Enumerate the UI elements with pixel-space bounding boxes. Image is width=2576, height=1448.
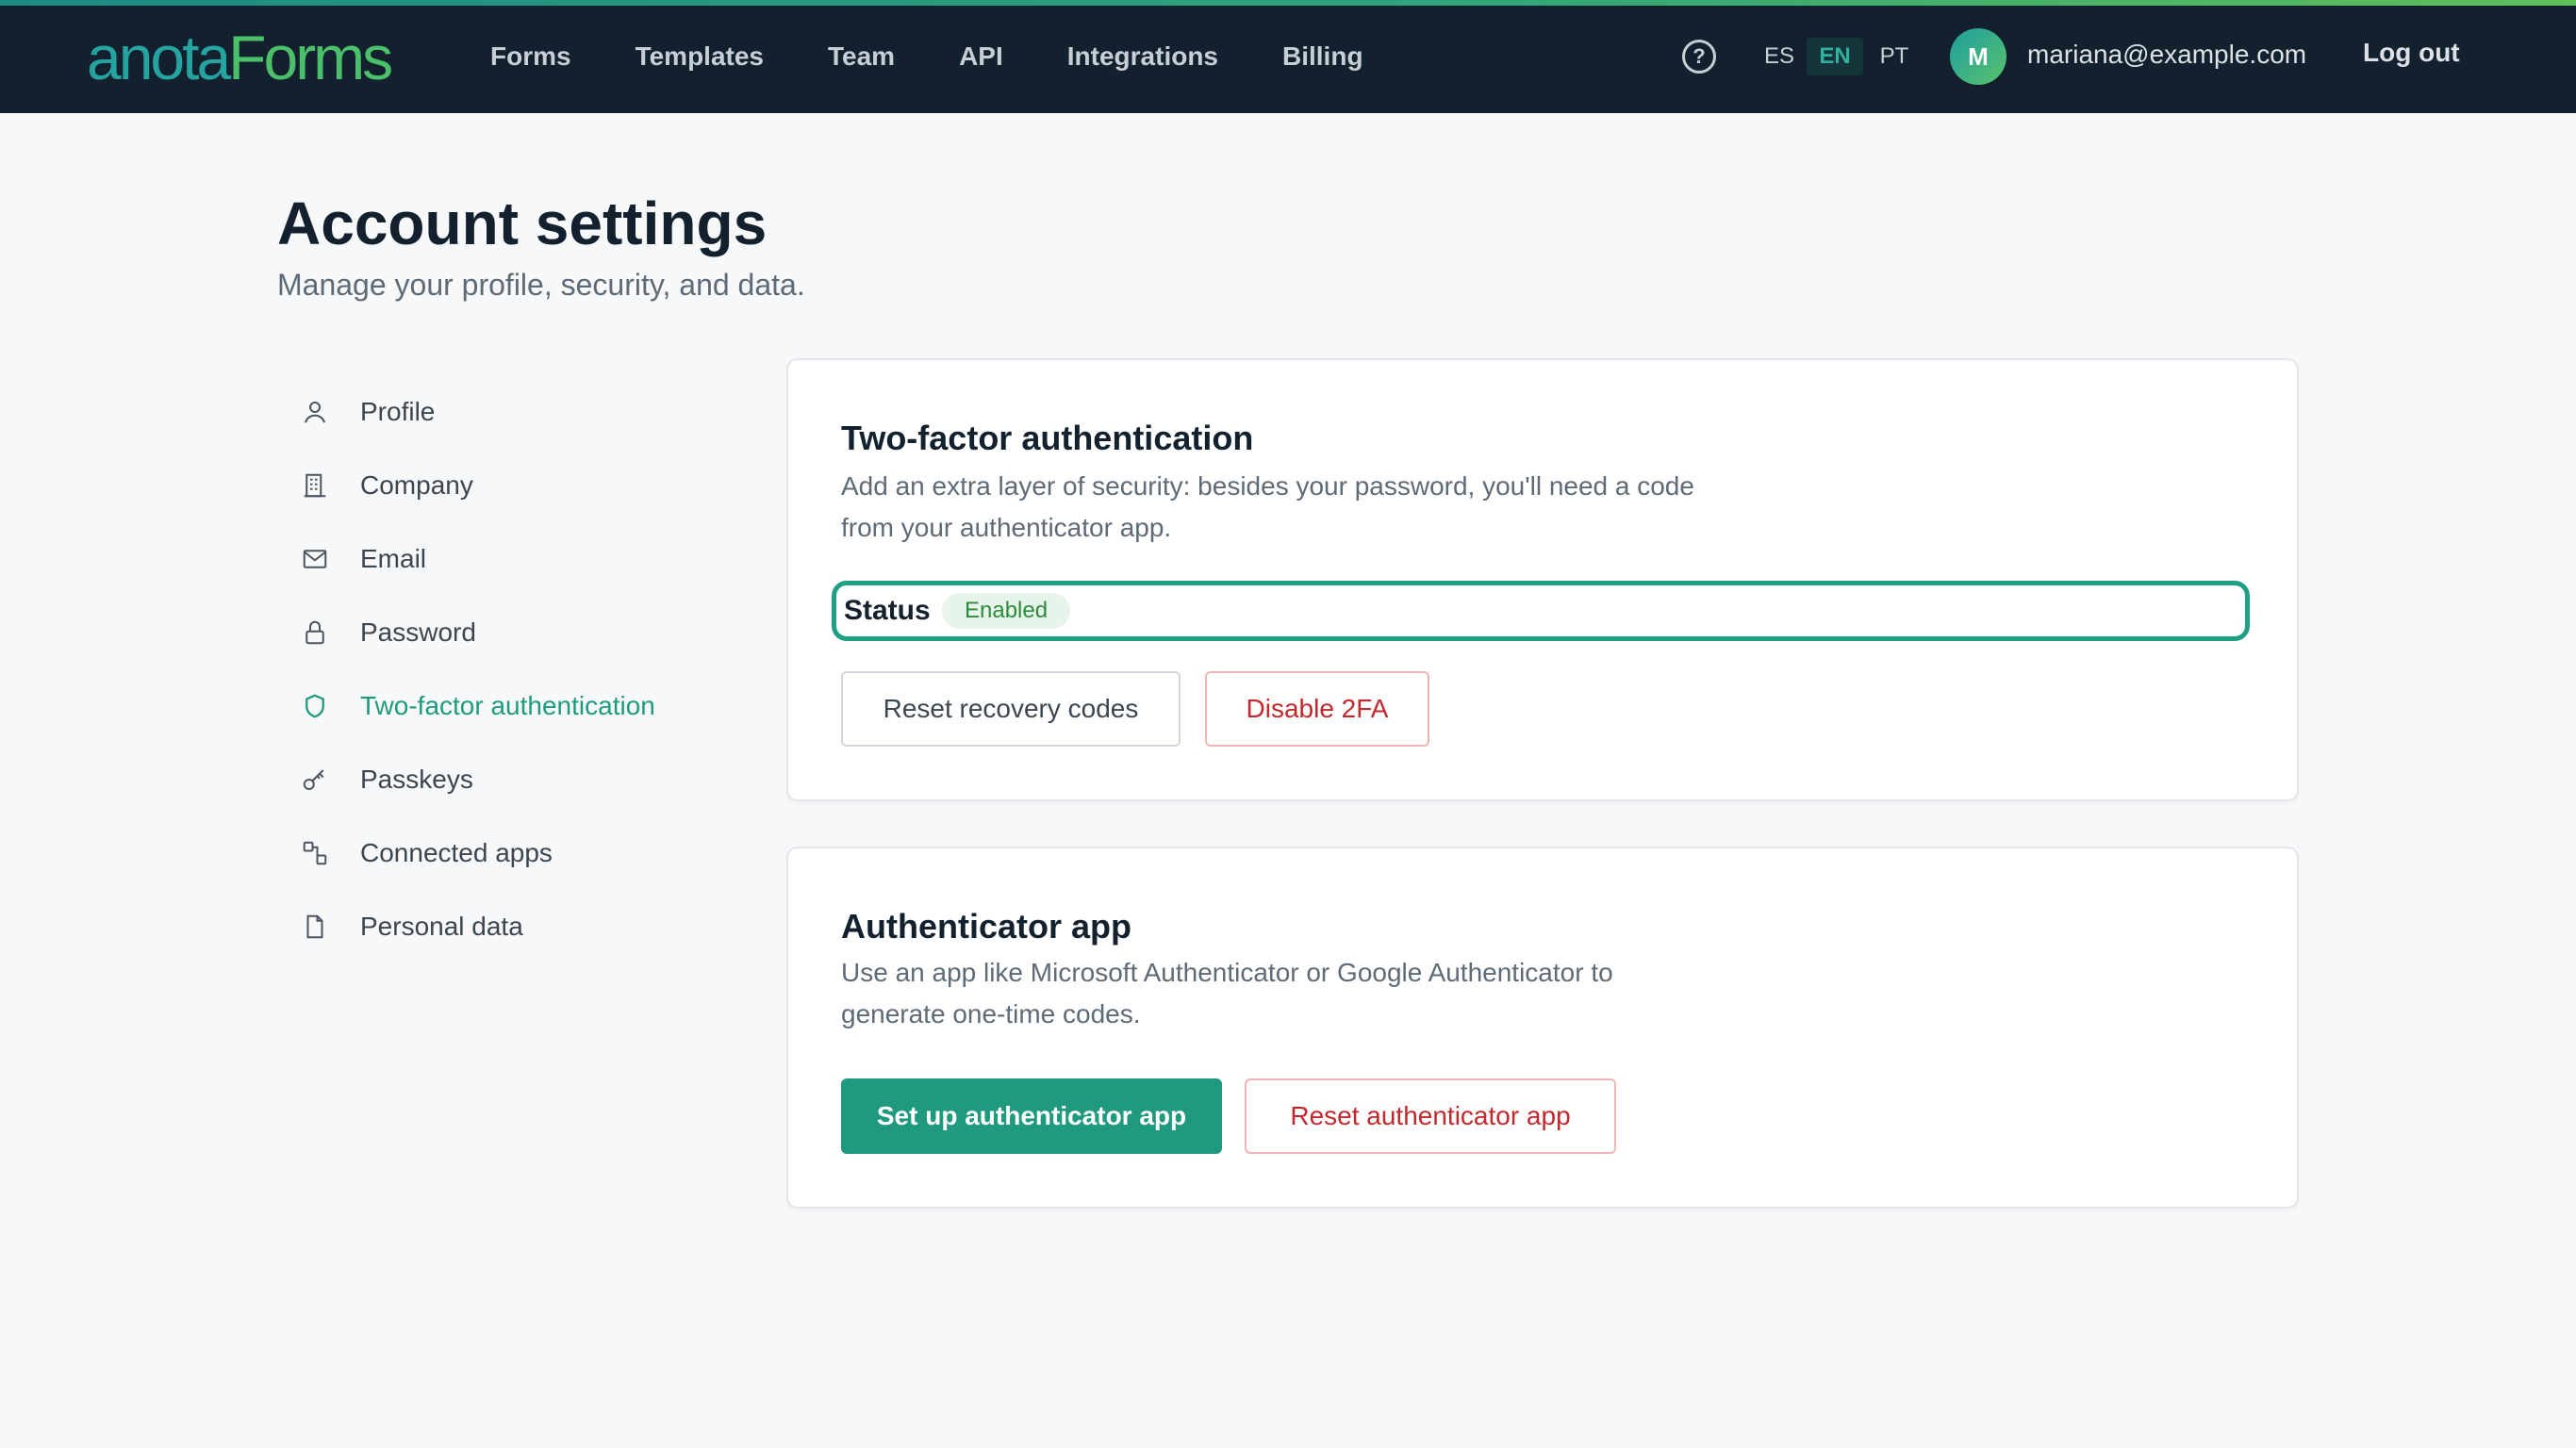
nav-item-api[interactable]: API (959, 41, 1003, 72)
disable-2fa-button[interactable]: Disable 2FA (1205, 671, 1429, 747)
file-icon (296, 908, 334, 946)
sidebar-item-label: Password (360, 617, 476, 647)
sidebar-item-personal-data[interactable]: Personal data (296, 890, 749, 963)
sidebar-item-label: Personal data (360, 912, 523, 941)
nav-item-integrations[interactable]: Integrations (1067, 41, 1218, 72)
two-factor-description-line1: Add an extra layer of security: besides … (841, 471, 1694, 501)
two-factor-card: Two-factor authentication Add an extra l… (786, 358, 2299, 801)
top-navigation-bar: anotaForms Forms Templates Team API Inte… (0, 0, 2576, 113)
brand-logo-part1: anota (87, 23, 231, 92)
sidebar-item-passkeys[interactable]: Passkeys (296, 743, 749, 816)
logout-button[interactable]: Log out (2363, 38, 2460, 68)
reset-authenticator-button[interactable]: Reset authenticator app (1245, 1078, 1616, 1154)
settings-sidebar: Profile Company Email Password Two-facto… (296, 375, 749, 963)
authenticator-title: Authenticator app (841, 907, 1132, 946)
sidebar-item-label: Passkeys (360, 765, 473, 794)
language-pt[interactable]: PT (1871, 38, 1918, 75)
reset-recovery-codes-button[interactable]: Reset recovery codes (841, 671, 1181, 747)
authenticator-description: Use an app like Microsoft Authenticator … (841, 952, 1746, 1035)
shield-icon (296, 687, 334, 725)
setup-authenticator-button[interactable]: Set up authenticator app (841, 1078, 1222, 1154)
sidebar-item-label: Connected apps (360, 838, 553, 867)
status-row[interactable]: Status Enabled (832, 581, 2250, 641)
language-en[interactable]: EN (1807, 38, 1863, 75)
apps-icon (296, 834, 334, 872)
nav-item-forms[interactable]: Forms (490, 41, 571, 72)
sidebar-item-two-factor[interactable]: Two-factor authentication (296, 669, 749, 743)
sidebar-item-label: Email (360, 544, 427, 573)
building-icon (296, 467, 334, 504)
sidebar-item-password[interactable]: Password (296, 596, 749, 669)
language-es[interactable]: ES (1756, 38, 1803, 75)
brand-logo-part2: Forms (228, 23, 393, 92)
nav-item-team[interactable]: Team (828, 41, 895, 72)
page-subtitle: Manage your profile, security, and data. (277, 268, 805, 302)
authenticator-app-card: Authenticator app Use an app like Micros… (786, 847, 2299, 1209)
user-icon (296, 393, 334, 431)
help-circle-icon[interactable]: ? (1682, 40, 1716, 74)
sidebar-item-profile[interactable]: Profile (296, 375, 749, 449)
nav-item-billing[interactable]: Billing (1282, 41, 1363, 72)
sidebar-item-connected-apps[interactable]: Connected apps (296, 816, 749, 890)
sidebar-item-label: Profile (360, 397, 436, 426)
sidebar-item-label: Company (360, 470, 473, 500)
two-factor-title: Two-factor authentication (841, 419, 1254, 457)
status-label: Status (844, 595, 931, 626)
sidebar-item-company[interactable]: Company (296, 449, 749, 522)
two-factor-description: Add an extra layer of security: besides … (841, 466, 1746, 549)
avatar[interactable]: M (1950, 28, 2006, 85)
two-factor-description-line2: from your authenticator app. (841, 513, 1172, 542)
sidebar-item-email[interactable]: Email (296, 522, 749, 596)
mail-icon (296, 540, 334, 578)
page-title: Account settings (277, 189, 768, 257)
nav-item-templates[interactable]: Templates (636, 41, 764, 72)
user-email[interactable]: mariana@example.com (2027, 40, 2306, 70)
key-icon (296, 761, 334, 798)
authenticator-description-line1: Use an app like Microsoft Authenticator … (841, 958, 1613, 987)
lock-icon (296, 614, 334, 651)
status-badge: Enabled (942, 593, 1071, 629)
brand-logo[interactable]: anotaForms (87, 23, 393, 92)
main-nav: Forms Templates Team API Integrations Bi… (490, 0, 1428, 113)
authenticator-description-line2: generate one-time codes. (841, 999, 1141, 1028)
sidebar-item-label: Two-factor authentication (360, 691, 655, 720)
